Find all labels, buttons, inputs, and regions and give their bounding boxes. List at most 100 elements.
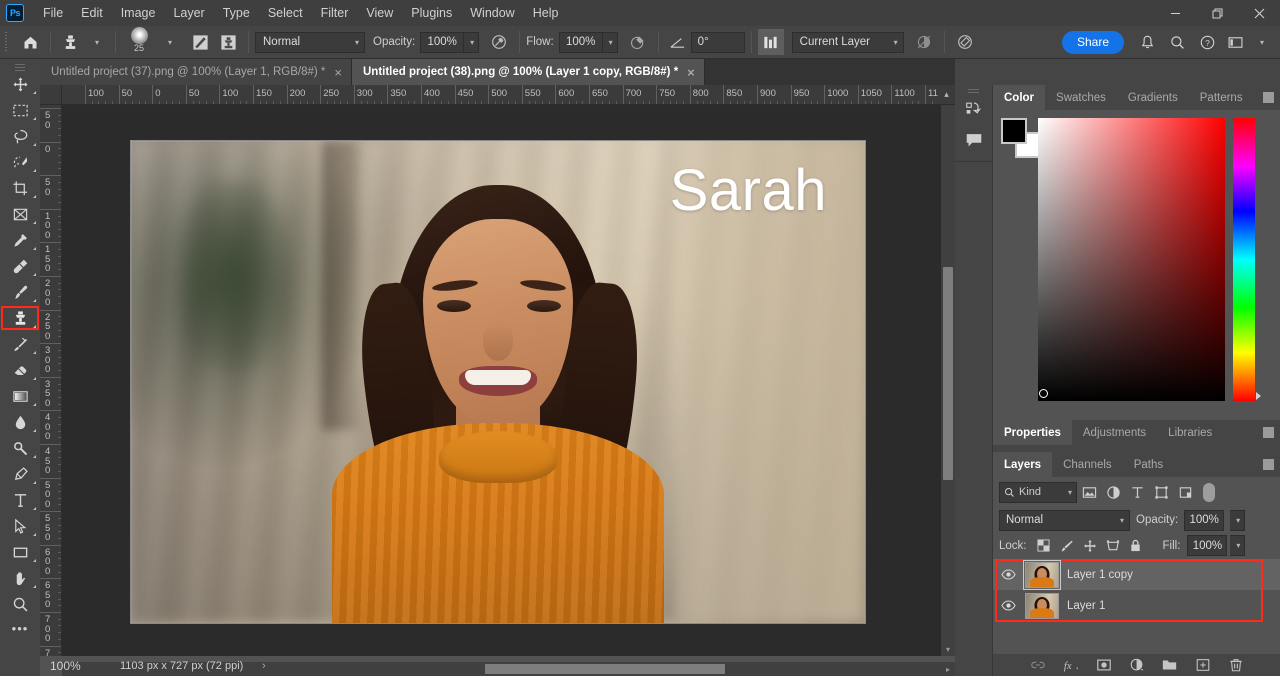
artboard[interactable]: Sarah bbox=[130, 140, 866, 624]
layer-row-2[interactable]: Layer 1 bbox=[993, 590, 1280, 621]
tab-adjustments[interactable]: Adjustments bbox=[1072, 420, 1157, 445]
horizontal-ruler[interactable]: 100 50 0 50 100 150 200 250 300 350 400 450 500 550 60… bbox=[62, 85, 955, 105]
filter-type-layers-icon[interactable] bbox=[1125, 481, 1149, 503]
add-layer-mask-icon[interactable] bbox=[1095, 656, 1113, 674]
vertical-scroll-thumb[interactable] bbox=[943, 267, 953, 480]
foreground-color-swatch[interactable] bbox=[1001, 118, 1027, 144]
path-selection-tool[interactable] bbox=[0, 513, 40, 539]
minimize-icon[interactable] bbox=[1154, 0, 1196, 26]
close-icon[interactable] bbox=[1238, 0, 1280, 26]
brush-tool[interactable] bbox=[0, 279, 40, 305]
move-tool[interactable] bbox=[0, 71, 40, 97]
brush-preset-caret-icon[interactable]: ▾ bbox=[156, 29, 182, 55]
rectangular-marquee-tool[interactable] bbox=[0, 97, 40, 123]
panel-menu-icon[interactable] bbox=[1263, 459, 1274, 470]
menu-view[interactable]: View bbox=[357, 0, 402, 26]
layer-fill-input[interactable]: 100% bbox=[1187, 535, 1228, 556]
brush-settings-icon[interactable] bbox=[186, 29, 214, 55]
rectangle-tool[interactable] bbox=[0, 539, 40, 565]
layer-opacity-stepper[interactable]: ▾ bbox=[1230, 509, 1246, 531]
document-tab-2[interactable]: Untitled project (38).png @ 100% (Layer … bbox=[351, 59, 705, 85]
eyedropper-tool[interactable] bbox=[0, 227, 40, 253]
menu-type[interactable]: Type bbox=[214, 0, 259, 26]
canvas-vertical-scrollbar[interactable]: ▾ bbox=[941, 105, 955, 656]
spot-healing-brush-tool[interactable] bbox=[0, 253, 40, 279]
filter-smart-object-layers-icon[interactable] bbox=[1173, 481, 1197, 503]
panel-menu-icon[interactable] bbox=[1263, 92, 1274, 103]
layer-row-1[interactable]: Layer 1 copy bbox=[993, 559, 1280, 590]
dodge-tool[interactable] bbox=[0, 435, 40, 461]
tab-paths[interactable]: Paths bbox=[1123, 452, 1174, 477]
brush-angle-input[interactable]: 0° bbox=[690, 31, 745, 53]
layer-fill-stepper[interactable]: ▾ bbox=[1230, 535, 1246, 556]
color-picker-marker[interactable] bbox=[1039, 389, 1048, 398]
canvas-text-layer[interactable]: Sarah bbox=[670, 157, 827, 224]
options-bar-grip[interactable] bbox=[2, 32, 10, 52]
ignore-adjustment-layers-icon[interactable] bbox=[910, 29, 938, 55]
new-group-icon[interactable] bbox=[1161, 656, 1179, 674]
history-brush-tool[interactable] bbox=[0, 331, 40, 357]
filter-toggle-switch[interactable] bbox=[1203, 482, 1215, 502]
lock-transparent-pixels-icon[interactable] bbox=[1034, 536, 1054, 556]
menu-image[interactable]: Image bbox=[112, 0, 165, 26]
blur-tool[interactable] bbox=[0, 409, 40, 435]
layer-name[interactable]: Layer 1 bbox=[1067, 600, 1105, 612]
flow-stepper[interactable]: ▾ bbox=[602, 31, 618, 53]
canvas-area[interactable]: Sarah bbox=[62, 105, 941, 656]
ruler-corner[interactable] bbox=[40, 85, 62, 105]
panel-menu-icon[interactable] bbox=[1263, 427, 1274, 438]
filter-pixel-layers-icon[interactable] bbox=[1077, 481, 1101, 503]
blend-mode-select[interactable]: Normal ▾ bbox=[255, 31, 365, 53]
layer-thumbnail[interactable] bbox=[1025, 592, 1059, 619]
tab-properties[interactable]: Properties bbox=[993, 420, 1072, 445]
flow-input[interactable]: 100% bbox=[558, 31, 603, 53]
filter-shape-layers-icon[interactable] bbox=[1149, 481, 1173, 503]
delete-layer-icon[interactable] bbox=[1227, 656, 1245, 674]
chevron-down-icon[interactable]: ▾ bbox=[1248, 29, 1274, 55]
home-icon[interactable] bbox=[16, 29, 44, 55]
layer-visibility-icon[interactable] bbox=[999, 599, 1017, 612]
menu-select[interactable]: Select bbox=[259, 0, 312, 26]
layer-style-fx-icon[interactable]: fx bbox=[1062, 656, 1080, 674]
tab-channels[interactable]: Channels bbox=[1052, 452, 1123, 477]
clone-stamp-icon[interactable] bbox=[57, 29, 83, 55]
new-adjustment-layer-icon[interactable] bbox=[1128, 656, 1146, 674]
close-icon[interactable]: × bbox=[687, 66, 695, 79]
clone-source-icon[interactable] bbox=[214, 29, 242, 55]
gradient-tool[interactable] bbox=[0, 383, 40, 409]
menu-edit[interactable]: Edit bbox=[72, 0, 112, 26]
lock-image-pixels-icon[interactable] bbox=[1057, 536, 1077, 556]
comments-icon[interactable] bbox=[955, 125, 993, 155]
tab-patterns[interactable]: Patterns bbox=[1189, 85, 1254, 110]
hand-tool[interactable] bbox=[0, 565, 40, 591]
pen-tool[interactable] bbox=[0, 461, 40, 487]
lasso-tool[interactable] bbox=[0, 123, 40, 149]
saturation-value-field[interactable] bbox=[1038, 118, 1225, 401]
help-icon[interactable]: ? bbox=[1192, 29, 1222, 55]
zoom-level[interactable]: 100% bbox=[50, 659, 81, 673]
vertical-ruler[interactable]: 50 0 50 100 150 200 250 300 350 400 450 500 550 600 65… bbox=[40, 105, 62, 656]
menu-help[interactable]: Help bbox=[524, 0, 568, 26]
menu-layer[interactable]: Layer bbox=[164, 0, 213, 26]
status-expand-icon[interactable]: › bbox=[262, 660, 266, 672]
ruler-collapse-icon[interactable]: ▴ bbox=[938, 85, 955, 105]
mini-dock-grip[interactable] bbox=[955, 87, 992, 95]
menu-filter[interactable]: Filter bbox=[312, 0, 358, 26]
pressure-opacity-icon[interactable] bbox=[485, 29, 513, 55]
search-icon[interactable] bbox=[1162, 29, 1192, 55]
object-selection-tool[interactable] bbox=[0, 149, 40, 175]
zoom-tool[interactable] bbox=[0, 591, 40, 617]
clone-stamp-preset-caret-icon[interactable]: ▾ bbox=[83, 29, 109, 55]
tab-gradients[interactable]: Gradients bbox=[1117, 85, 1189, 110]
eraser-tool[interactable] bbox=[0, 357, 40, 383]
tab-libraries[interactable]: Libraries bbox=[1157, 420, 1223, 445]
frame-tool[interactable] bbox=[0, 201, 40, 227]
aligned-icon[interactable] bbox=[757, 29, 784, 55]
lock-artboard-nesting-icon[interactable] bbox=[1103, 536, 1123, 556]
workspace-icon[interactable] bbox=[1222, 29, 1248, 55]
layer-thumbnail[interactable] bbox=[1023, 559, 1061, 590]
history-icon[interactable] bbox=[955, 95, 993, 125]
notifications-icon[interactable] bbox=[1132, 29, 1162, 55]
pressure-size-icon[interactable] bbox=[951, 29, 979, 55]
lock-all-icon[interactable] bbox=[1126, 536, 1146, 556]
